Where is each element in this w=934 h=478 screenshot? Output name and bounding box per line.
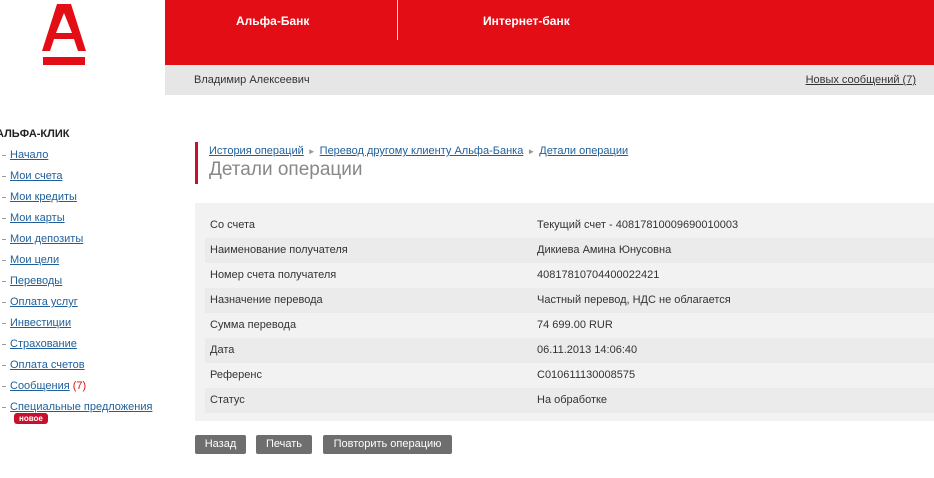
detail-value: Дикиева Амина Юнусовна <box>537 244 672 256</box>
repeat-operation-button[interactable]: Повторить операцию <box>323 435 452 454</box>
detail-label: Наименование получателя <box>210 244 348 256</box>
table-row: Дата 06.11.2013 14:06:40 <box>205 338 934 363</box>
tab-internet-bank[interactable]: Интернет-банк <box>483 14 570 28</box>
table-row: Назначение перевода Частный перевод, НДС … <box>205 288 934 313</box>
back-button[interactable]: Назад <box>195 435 246 454</box>
sidebar-link-accounts[interactable]: Мои счета <box>10 170 63 182</box>
alfa-bank-logo-icon[interactable] <box>40 4 88 66</box>
sidebar-item-messages: Сообщения (7) <box>0 380 165 401</box>
messages-count: (7) <box>72 380 87 392</box>
detail-value: 40817810704400022421 <box>537 269 660 281</box>
detail-value: C010611130008575 <box>537 369 636 381</box>
sidebar-item-insurance: Страхование <box>0 338 165 359</box>
breadcrumb-history[interactable]: История операций <box>209 145 304 157</box>
table-row: Референс C010611130008575 <box>205 363 934 388</box>
detail-value: 74 699.00 RUR <box>537 319 613 331</box>
detail-label: Со счета <box>210 219 256 231</box>
sidebar-item-special-offers: Специальные предложения новое <box>0 401 165 424</box>
detail-label: Номер счета получателя <box>210 269 337 281</box>
sidebar-link-special-offers[interactable]: Специальные предложения <box>10 401 152 413</box>
detail-value: Частный перевод, НДС не облагается <box>537 294 731 306</box>
sidebar-item-deposits: Мои депозиты <box>0 233 165 254</box>
page-title: Детали операции <box>209 159 363 180</box>
breadcrumb-arrow-icon: ► <box>307 147 316 156</box>
table-row: Со счета Текущий счет - 40817810009690010… <box>205 213 934 238</box>
sidebar-link-messages[interactable]: Сообщения <box>10 380 70 392</box>
detail-label: Статус <box>210 394 245 406</box>
table-row: Статус На обработке <box>205 388 934 413</box>
sidebar-title: АЛЬФА-КЛИК <box>0 128 70 140</box>
breadcrumb: История операций ► Перевод другому клиенту… <box>195 142 628 184</box>
print-button[interactable]: Печать <box>256 435 312 454</box>
sidebar-link-goals[interactable]: Мои цели <box>10 254 59 266</box>
sidebar-item-cards: Мои карты <box>0 212 165 233</box>
sidebar-item-goals: Мои цели <box>0 254 165 275</box>
sidebar-item-transfers: Переводы <box>0 275 165 296</box>
sidebar-item-investments: Инвестиции <box>0 317 165 338</box>
sidebar-link-bills[interactable]: Оплата счетов <box>10 359 85 371</box>
top-navigation-bar: Альфа-Банк Интернет-банк <box>165 0 934 65</box>
sidebar-item-credits: Мои кредиты <box>0 191 165 212</box>
breadcrumb-transfer[interactable]: Перевод другому клиенту Альфа-Банка <box>320 145 524 157</box>
new-messages-link[interactable]: Новых сообщений (7) <box>806 74 916 86</box>
user-name: Владимир Алексеевич <box>194 74 310 86</box>
sidebar-link-insurance[interactable]: Страхование <box>10 338 77 350</box>
sidebar-item-payments: Оплата услуг <box>0 296 165 317</box>
new-badge: новое <box>14 413 48 424</box>
sidebar-link-credits[interactable]: Мои кредиты <box>10 191 77 203</box>
breadcrumb-arrow-icon: ► <box>527 147 536 156</box>
sidebar-link-cards[interactable]: Мои карты <box>10 212 65 224</box>
detail-label: Сумма перевода <box>210 319 297 331</box>
sidebar-link-payments[interactable]: Оплата услуг <box>10 296 78 308</box>
tab-separator <box>397 0 398 40</box>
tab-alfa-bank[interactable]: Альфа-Банк <box>236 14 309 28</box>
breadcrumb-details[interactable]: Детали операции <box>539 145 628 157</box>
user-bar: Владимир Алексеевич Новых сообщений (7) <box>165 65 934 95</box>
sidebar-link-deposits[interactable]: Мои депозиты <box>10 233 83 245</box>
sidebar-link-investments[interactable]: Инвестиции <box>10 317 71 329</box>
sidebar-link-home[interactable]: Начало <box>10 149 48 161</box>
sidebar-link-transfers[interactable]: Переводы <box>10 275 62 287</box>
detail-value: На обработке <box>537 394 608 406</box>
sidebar-item-accounts: Мои счета <box>0 170 165 191</box>
detail-value: 06.11.2013 14:06:40 <box>537 344 638 356</box>
detail-label: Назначение перевода <box>210 294 323 306</box>
detail-value: Текущий счет - 40817810009690010003 <box>537 219 739 231</box>
sidebar-item-bills: Оплата счетов <box>0 359 165 380</box>
sidebar-item-home: Начало <box>0 149 165 170</box>
table-row: Наименование получателя Дикиева Амина Юну… <box>205 238 934 263</box>
table-row: Сумма перевода 74 699.00 RUR <box>205 313 934 338</box>
detail-label: Референс <box>210 369 262 381</box>
detail-label: Дата <box>210 344 235 356</box>
sidebar: АЛЬФА-КЛИК Начало Мои счета Мои кредиты … <box>0 128 165 424</box>
table-row: Номер счета получателя 408178107044000224… <box>205 263 934 288</box>
operation-details-table: Со счета Текущий счет - 40817810009690010… <box>195 203 934 421</box>
